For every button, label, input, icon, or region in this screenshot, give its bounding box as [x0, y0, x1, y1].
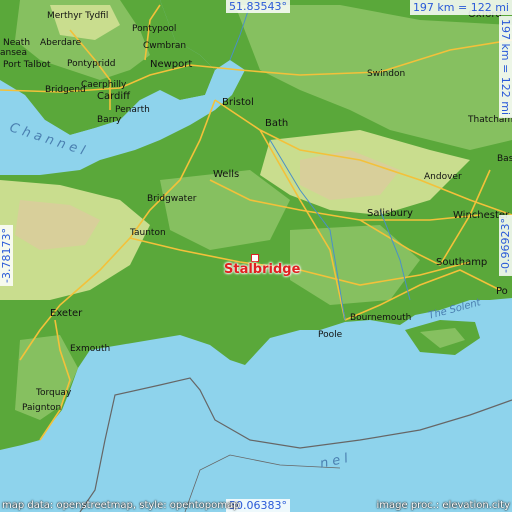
coord-left: -3.78173°	[0, 225, 13, 286]
town-label-torquay: Torquay	[36, 388, 72, 398]
town-label-cardiff: Cardiff	[97, 91, 131, 102]
coord-top: 51.83543°	[226, 0, 290, 13]
town-label-taunton: Taunton	[130, 228, 166, 238]
place-label-stalbridge: Stalbridge	[224, 262, 301, 277]
town-label-caerphilly: Caerphilly	[81, 80, 127, 90]
town-label-pontypool: Pontypool	[132, 24, 177, 34]
town-label-porttalbot: Port Talbot	[3, 60, 51, 70]
town-label-bridgwater: Bridgwater	[147, 194, 197, 204]
town-label-exeter: Exeter	[50, 308, 83, 319]
town-label-cwmbran: Cwmbran	[143, 41, 187, 51]
town-label-aberdare: Aberdare	[40, 38, 82, 48]
town-label-salisbury: Salisbury	[367, 208, 413, 219]
town-label-swindon: Swindon	[367, 69, 406, 79]
town-label-newport: Newport	[150, 59, 193, 70]
scale-vertical: 197 km = 122 mi	[499, 16, 512, 119]
location-marker-icon[interactable]	[251, 254, 259, 262]
credit-image-proc: image proc.: elevation.city	[376, 500, 511, 511]
town-label-bristol: Bristol	[222, 97, 254, 108]
town-label-penarth: Penarth	[115, 105, 150, 115]
town-label-southampton: Southamp	[436, 257, 488, 268]
town-label-exmouth: Exmouth	[70, 344, 111, 354]
town-label-pontypridd: Pontypridd	[67, 59, 116, 69]
credit-map-data: map data: openstreetmap, style: opentopo…	[2, 500, 240, 511]
map-view[interactable]: Merthyr Tydfil Neath Aberdare Pontypool …	[0, 0, 512, 512]
town-label-barry: Barry	[97, 115, 122, 125]
town-label-bournemouth: Bournemouth	[350, 313, 412, 323]
town-label-basingstoke: Bas	[497, 154, 512, 164]
town-label-swansea: ansea	[0, 48, 27, 58]
town-label-merthyr: Merthyr Tydfil	[47, 11, 109, 21]
town-label-portsmouth: Po	[496, 286, 508, 297]
town-label-poole: Poole	[318, 330, 343, 340]
town-label-wells: Wells	[213, 169, 240, 180]
town-label-neath: Neath	[3, 38, 31, 48]
town-label-paignton: Paignton	[22, 403, 62, 413]
town-label-bridgend: Bridgend	[45, 85, 86, 95]
town-label-bath: Bath	[265, 118, 289, 129]
town-label-andover: Andover	[424, 172, 462, 182]
coord-right: -0.96923°	[499, 215, 512, 276]
scale-horizontal: 197 km = 122 mi	[409, 0, 512, 15]
